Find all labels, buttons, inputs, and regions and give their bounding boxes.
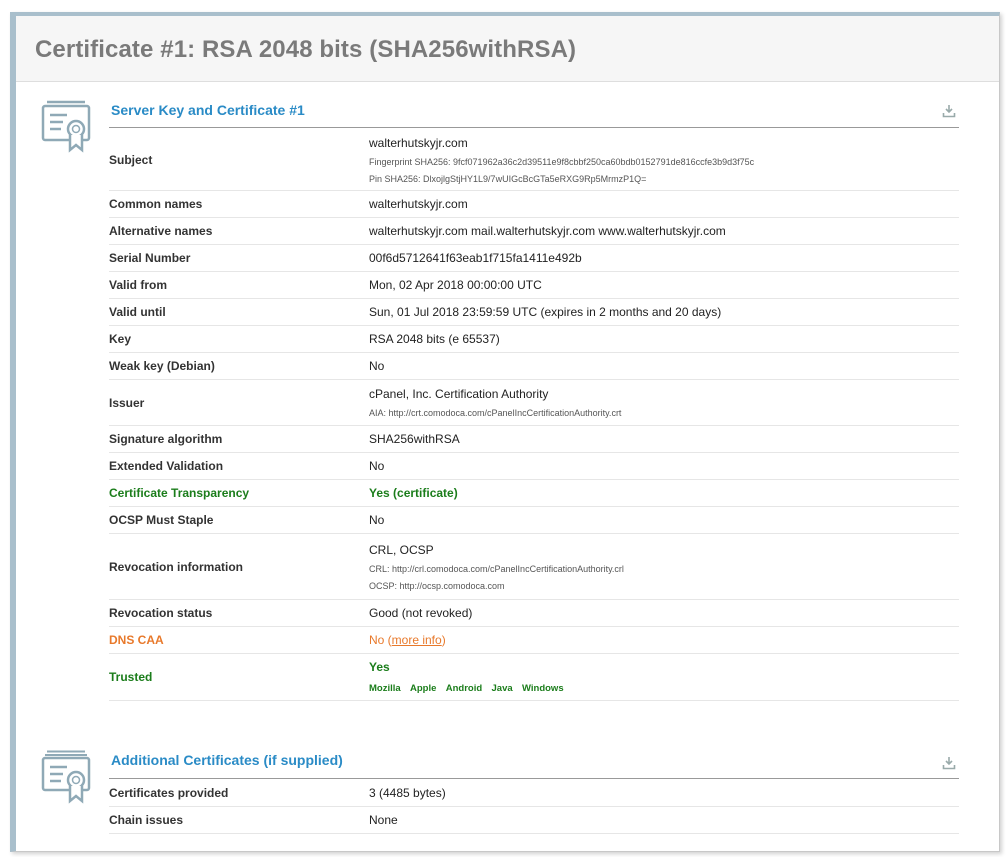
download-icon[interactable] (942, 104, 956, 118)
label: Serial Number (109, 251, 191, 265)
section-header: Additional Certificates (if supplied) (109, 752, 959, 779)
issuer-value: cPanel, Inc. Certification Authority (369, 387, 549, 401)
fingerprint: Fingerprint SHA256: 9fcf071962a36c2d3951… (369, 156, 755, 167)
value: Yes (certificate) (369, 486, 458, 500)
value: No (369, 459, 385, 473)
download-icon[interactable] (942, 756, 956, 770)
subject-value: walterhutskyjr.com (369, 135, 468, 150)
trusted-value: Yes (369, 660, 390, 674)
value: walterhutskyjr.com (369, 197, 468, 211)
row-issuer: Issuer cPanel, Inc. Certification Author… (109, 380, 959, 426)
value: 3 (4485 bytes) (369, 786, 446, 800)
title-bar: Certificate #1: RSA 2048 bits (SHA256wit… (16, 16, 999, 82)
label: Certificate Transparency (109, 486, 250, 500)
row-ocsp-must-staple: OCSP Must Staple No (109, 507, 959, 534)
trust-store-mozilla: Mozilla (369, 683, 401, 694)
label: OCSP Must Staple (109, 513, 214, 527)
row-weak-key: Weak key (Debian) No (109, 353, 959, 380)
additional-details: Certificates provided 3 (4485 bytes) Cha… (109, 780, 959, 834)
certificate-details: Subject walterhutskyjr.com Fingerprint S… (109, 129, 959, 701)
trust-stores: Mozilla Apple Android Java Windows (369, 680, 959, 694)
value: Mon, 02 Apr 2018 00:00:00 UTC (369, 278, 542, 292)
crl-url: CRL: http://crl.comodoca.com/cPanelIncCe… (369, 563, 624, 574)
report-frame: Certificate #1: RSA 2048 bits (SHA256wit… (10, 12, 1000, 852)
issuer-aia: AIA: http://crt.comodoca.com/cPanelIncCe… (369, 408, 622, 418)
value: None (369, 813, 398, 827)
row-chain-issues: Chain issues None (109, 807, 959, 834)
row-common-names: Common names walterhutskyjr.com (109, 191, 959, 218)
row-subject: Subject walterhutskyjr.com Fingerprint S… (109, 129, 959, 191)
row-serial-number: Serial Number 00f6d5712641f63eab1f715fa1… (109, 245, 959, 272)
trust-store-windows: Windows (522, 683, 564, 694)
label: Revocation information (109, 559, 244, 574)
label: Certificates provided (109, 786, 229, 800)
value: No (369, 513, 385, 527)
label: Signature algorithm (109, 432, 223, 446)
pin: Pin SHA256: DlxojlgStjHY1L9/7wUIGcBcGTa5… (369, 173, 647, 184)
row-extended-validation: Extended Validation No (109, 453, 959, 480)
row-revocation-information: Revocation information CRL, OCSP CRL: ht… (109, 534, 959, 600)
label: Trusted (109, 670, 153, 684)
value: 00f6d5712641f63eab1f715fa1411e492b (369, 251, 582, 265)
label: Revocation status (109, 606, 213, 620)
certificate-icon (41, 750, 91, 804)
label: DNS CAA (109, 633, 164, 647)
value: Sun, 01 Jul 2018 23:59:59 UTC (expires i… (369, 305, 722, 319)
label: Valid until (109, 305, 166, 319)
label: Common names (109, 197, 203, 211)
row-trusted: Trusted Yes Mozilla Apple Android Java W… (109, 654, 959, 701)
value: RSA 2048 bits (e 65537) (369, 332, 500, 346)
row-signature-algorithm: Signature algorithm SHA256withRSA (109, 426, 959, 453)
label: Valid from (109, 278, 168, 292)
label: Alternative names (109, 224, 213, 238)
label: Issuer (109, 395, 145, 410)
row-valid-until: Valid until Sun, 01 Jul 2018 23:59:59 UT… (109, 299, 959, 326)
row-revocation-status: Revocation status Good (not revoked) (109, 600, 959, 627)
trust-store-apple: Apple (410, 683, 437, 694)
label: Weak key (Debian) (109, 359, 215, 373)
revocation-value: CRL, OCSP (369, 542, 434, 557)
trust-store-android: Android (445, 683, 483, 694)
row-valid-from: Valid from Mon, 02 Apr 2018 00:00:00 UTC (109, 272, 959, 299)
ocsp-url: OCSP: http://ocsp.comodoca.com (369, 580, 505, 591)
page-title: Certificate #1: RSA 2048 bits (SHA256wit… (35, 36, 577, 63)
row-certificate-transparency: Certificate Transparency Yes (certificat… (109, 480, 959, 507)
section-title: Server Key and Certificate #1 (111, 102, 305, 118)
value: Good (not revoked) (369, 606, 473, 620)
row-key: Key RSA 2048 bits (e 65537) (109, 326, 959, 353)
more-info-link[interactable]: more info (392, 633, 442, 647)
value: No (369, 359, 385, 373)
value: SHA256withRSA (369, 432, 460, 446)
row-dns-caa: DNS CAA No (more info) (109, 627, 959, 654)
section-title: Additional Certificates (if supplied) (111, 752, 343, 768)
row-alternative-names: Alternative names walterhutskyjr.com mai… (109, 218, 959, 245)
row-certificates-provided: Certificates provided 3 (4485 bytes) (109, 780, 959, 807)
label: Key (109, 332, 132, 346)
label: Chain issues (109, 813, 184, 827)
trust-store-java: Java (491, 683, 513, 694)
section-header: Server Key and Certificate #1 (109, 102, 959, 128)
label: Extended Validation (109, 459, 224, 473)
value: walterhutskyjr.com mail.walterhutskyjr.c… (369, 224, 726, 238)
certificate-icon (41, 100, 91, 153)
value-suffix: ) (441, 633, 446, 647)
value-prefix: No ( (369, 633, 392, 647)
label: Subject (109, 152, 153, 167)
